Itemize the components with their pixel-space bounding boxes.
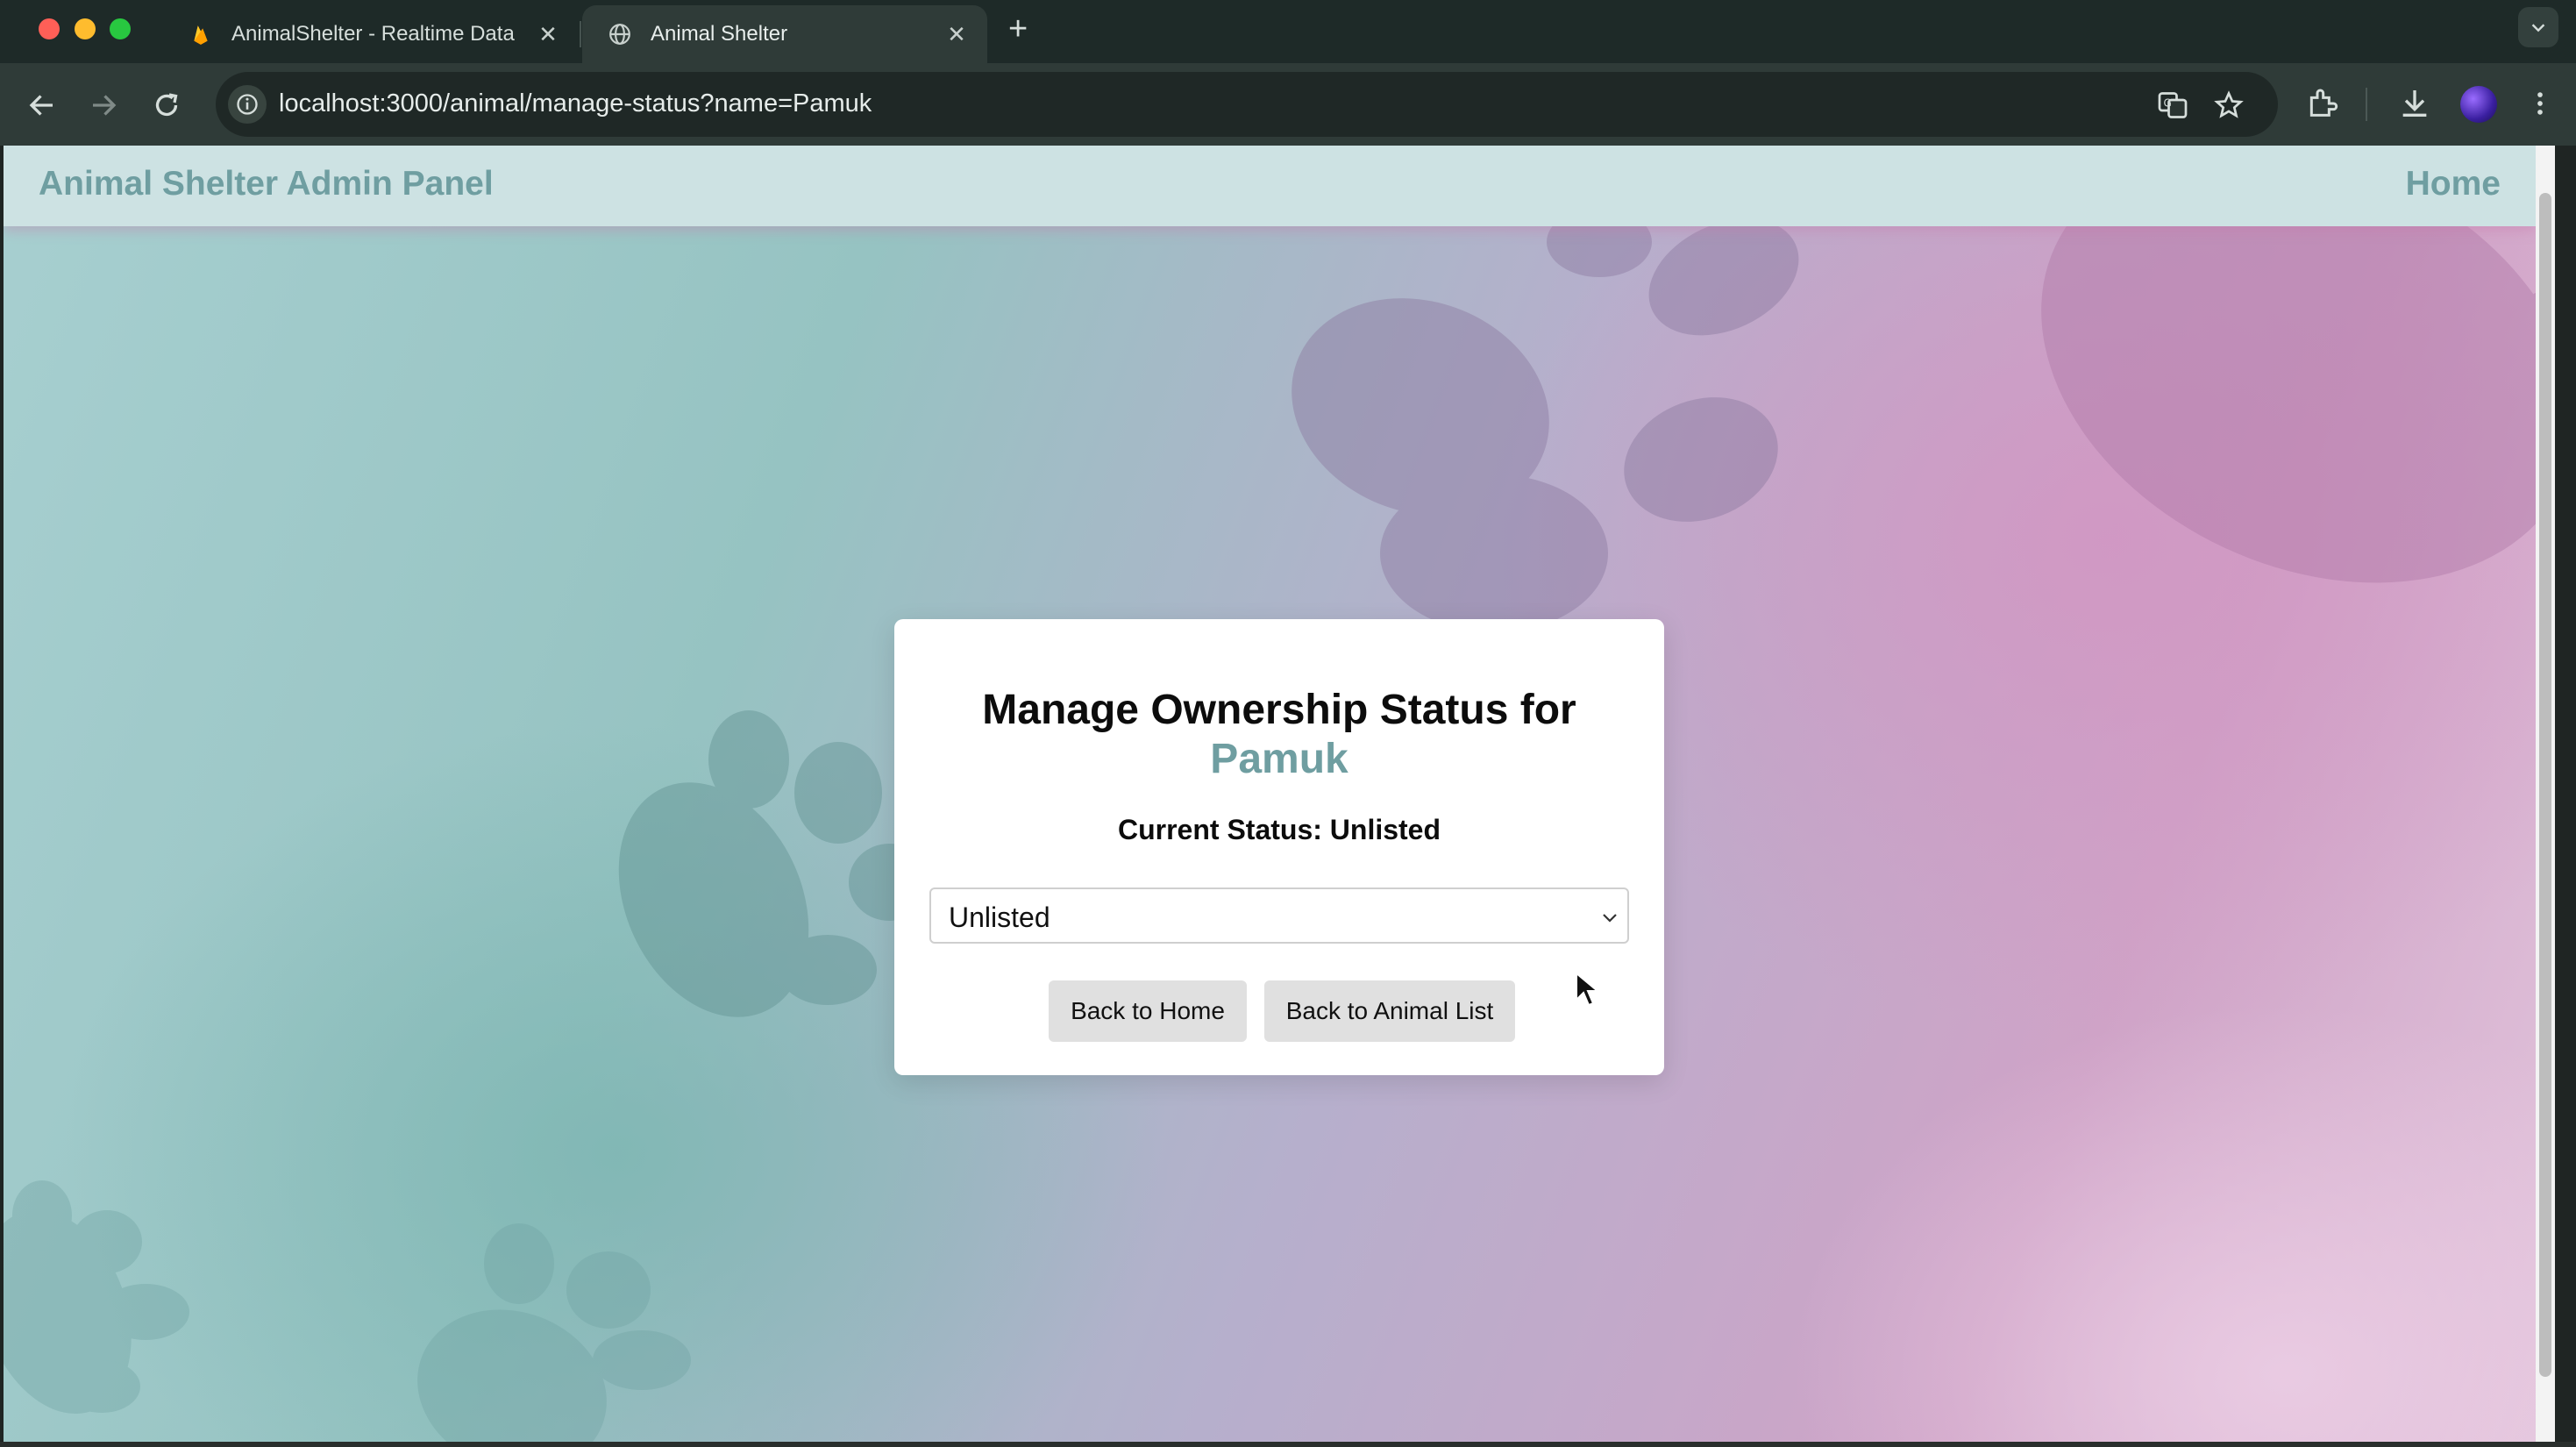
tab-search-chevron-icon[interactable] — [2518, 7, 2558, 47]
scrollbar-thumb[interactable] — [2539, 193, 2551, 1377]
back-to-home-button[interactable]: Back to Home — [1049, 980, 1247, 1042]
url-text[interactable]: localhost:3000/animal/manage-status?name… — [279, 89, 872, 118]
globe-icon — [609, 24, 630, 45]
status-select-value: Unlisted — [949, 902, 1050, 933]
forward-arrow-icon[interactable] — [88, 89, 119, 121]
app-brand-title[interactable]: Animal Shelter Admin Panel — [39, 165, 494, 203]
window-bottom-edge — [0, 1442, 2576, 1447]
svg-text:G: G — [2164, 97, 2172, 110]
back-arrow-icon[interactable] — [26, 89, 58, 121]
tab-close-icon[interactable]: ✕ — [945, 21, 968, 48]
browser-tab-firebase[interactable]: AnimalShelter - Realtime Data ✕ — [163, 5, 579, 63]
tab-title: AnimalShelter - Realtime Data — [231, 22, 515, 46]
page-viewport: Animal Shelter Admin Panel Home Manage O… — [4, 146, 2555, 1442]
page-scrollbar[interactable] — [2536, 146, 2555, 1442]
browser-toolbar: localhost:3000/animal/manage-status?name… — [0, 63, 2576, 146]
new-tab-icon[interactable]: + — [1008, 11, 1028, 46]
extensions-puzzle-icon[interactable] — [2304, 86, 2339, 121]
app-header: Animal Shelter Admin Panel Home — [4, 146, 2536, 226]
title-prefix: Manage Ownership Status for — [982, 687, 1576, 733]
profile-avatar[interactable] — [2460, 86, 2497, 123]
translate-icon[interactable]: G — [2157, 89, 2188, 121]
bookmark-star-icon[interactable] — [2213, 89, 2245, 121]
home-nav-link[interactable]: Home — [2406, 165, 2501, 203]
manage-status-card: Manage Ownership Status for Pamuk Curren… — [894, 619, 1664, 1075]
tab-close-icon[interactable]: ✕ — [537, 21, 559, 48]
page-title: Manage Ownership Status for Pamuk — [894, 686, 1664, 784]
menu-kebab-icon[interactable] — [2525, 86, 2555, 121]
mouse-cursor-icon — [1576, 972, 1599, 1007]
address-bar[interactable]: localhost:3000/animal/manage-status?name… — [216, 72, 2278, 137]
toolbar-divider — [2366, 88, 2367, 121]
status-select[interactable]: Unlisted — [929, 887, 1629, 944]
chevron-down-icon — [1603, 914, 1617, 923]
tab-divider — [580, 21, 581, 47]
window-close-control[interactable] — [39, 18, 60, 39]
back-to-animal-list-button[interactable]: Back to Animal List — [1264, 980, 1515, 1042]
browser-tab-bar: AnimalShelter - Realtime Data ✕ Animal S… — [0, 0, 2576, 63]
current-status-label: Current Status: Unlisted — [1117, 814, 1441, 845]
site-info-icon[interactable] — [228, 85, 267, 124]
animal-name: Pamuk — [1210, 736, 1348, 782]
download-icon[interactable] — [2397, 86, 2432, 121]
window-maximize-control[interactable] — [110, 18, 131, 39]
window-minimize-control[interactable] — [75, 18, 96, 39]
firebase-flame-icon — [194, 25, 208, 45]
tab-title: Animal Shelter — [651, 22, 788, 46]
reload-icon[interactable] — [151, 89, 182, 121]
browser-tab-animal-shelter[interactable]: Animal Shelter ✕ — [582, 5, 987, 63]
